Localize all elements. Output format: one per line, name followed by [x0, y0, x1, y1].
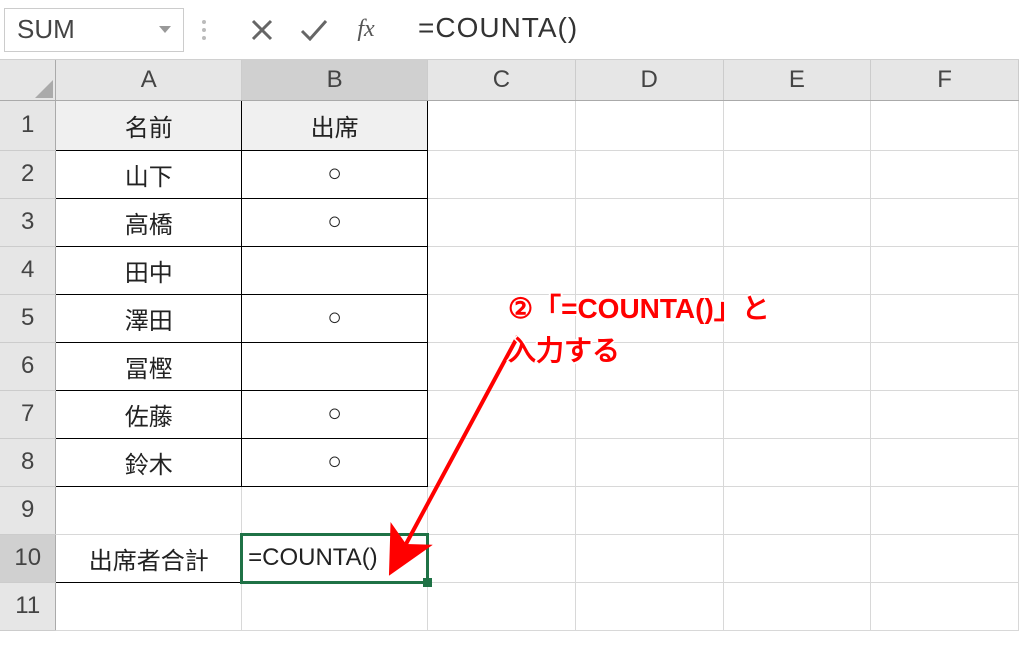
cell-E7[interactable] — [723, 390, 871, 438]
row-header-2[interactable]: 2 — [0, 150, 56, 198]
cell-D5[interactable] — [575, 294, 723, 342]
name-box-dropdown-icon[interactable] — [159, 26, 171, 33]
cell-C1[interactable] — [428, 100, 576, 150]
cell-E1[interactable] — [723, 100, 871, 150]
spreadsheet-grid: A B C D E F 1 名前 出席 2 山下 ○ 3 — [0, 60, 1019, 631]
cell-B5[interactable]: ○ — [242, 294, 428, 342]
cell-A11[interactable] — [56, 582, 242, 630]
cell-D9[interactable] — [575, 486, 723, 534]
col-header-B[interactable]: B — [242, 60, 428, 100]
enter-formula-icon[interactable] — [296, 12, 332, 48]
cell-A9[interactable] — [56, 486, 242, 534]
cell-A6[interactable]: 冨樫 — [56, 342, 242, 390]
cell-A1[interactable]: 名前 — [56, 100, 242, 150]
active-cell-value: =COUNTA() — [248, 544, 378, 571]
row-header-11[interactable]: 11 — [0, 582, 56, 630]
col-header-C[interactable]: C — [428, 60, 576, 100]
cell-B10[interactable]: =COUNTA() — [242, 534, 428, 582]
cell-A2[interactable]: 山下 — [56, 150, 242, 198]
cell-D1[interactable] — [575, 100, 723, 150]
cell-E9[interactable] — [723, 486, 871, 534]
formula-input[interactable]: =COUNTA() — [404, 8, 1015, 52]
cell-A10[interactable]: 出席者合計 — [56, 534, 242, 582]
cell-E6[interactable] — [723, 342, 871, 390]
cell-D11[interactable] — [575, 582, 723, 630]
cell-B6[interactable] — [242, 342, 428, 390]
select-all-corner[interactable] — [0, 60, 56, 100]
cell-F10[interactable] — [871, 534, 1019, 582]
col-header-F[interactable]: F — [871, 60, 1019, 100]
cell-A5[interactable]: 澤田 — [56, 294, 242, 342]
grid-table: A B C D E F 1 名前 出席 2 山下 ○ 3 — [0, 60, 1019, 631]
row-header-8[interactable]: 8 — [0, 438, 56, 486]
cell-B1[interactable]: 出席 — [242, 100, 428, 150]
cell-C5[interactable] — [428, 294, 576, 342]
cell-D7[interactable] — [575, 390, 723, 438]
cell-B2[interactable]: ○ — [242, 150, 428, 198]
cancel-formula-icon[interactable] — [244, 12, 280, 48]
name-box[interactable]: SUM — [4, 8, 184, 52]
cell-B9[interactable] — [242, 486, 428, 534]
row-header-6[interactable]: 6 — [0, 342, 56, 390]
cell-B11[interactable] — [242, 582, 428, 630]
cell-E4[interactable] — [723, 246, 871, 294]
formula-bar-buttons: fx — [224, 12, 404, 48]
cell-C10[interactable] — [428, 534, 576, 582]
formula-text: =COUNTA() — [418, 12, 578, 43]
cell-B8[interactable]: ○ — [242, 438, 428, 486]
row-header-7[interactable]: 7 — [0, 390, 56, 438]
name-box-value: SUM — [17, 14, 75, 45]
cell-E2[interactable] — [723, 150, 871, 198]
formula-bar-separator — [184, 8, 224, 52]
cell-F4[interactable] — [871, 246, 1019, 294]
cell-F6[interactable] — [871, 342, 1019, 390]
cell-E8[interactable] — [723, 438, 871, 486]
cell-C6[interactable] — [428, 342, 576, 390]
cell-D6[interactable] — [575, 342, 723, 390]
cell-F5[interactable] — [871, 294, 1019, 342]
cell-A7[interactable]: 佐藤 — [56, 390, 242, 438]
cell-D4[interactable] — [575, 246, 723, 294]
cell-C8[interactable] — [428, 438, 576, 486]
cell-A3[interactable]: 高橋 — [56, 198, 242, 246]
cell-C7[interactable] — [428, 390, 576, 438]
row-header-1[interactable]: 1 — [0, 100, 56, 150]
row-header-5[interactable]: 5 — [0, 294, 56, 342]
cell-D3[interactable] — [575, 198, 723, 246]
cell-C11[interactable] — [428, 582, 576, 630]
cell-C3[interactable] — [428, 198, 576, 246]
cell-F2[interactable] — [871, 150, 1019, 198]
cell-E5[interactable] — [723, 294, 871, 342]
insert-function-icon[interactable]: fx — [348, 12, 384, 48]
formula-bar: SUM fx =COUNTA() — [0, 0, 1019, 60]
cell-E11[interactable] — [723, 582, 871, 630]
cell-B3[interactable]: ○ — [242, 198, 428, 246]
cell-A8[interactable]: 鈴木 — [56, 438, 242, 486]
cell-C4[interactable] — [428, 246, 576, 294]
cell-F1[interactable] — [871, 100, 1019, 150]
cell-F9[interactable] — [871, 486, 1019, 534]
row-header-10[interactable]: 10 — [0, 534, 56, 582]
cell-D2[interactable] — [575, 150, 723, 198]
col-header-D[interactable]: D — [575, 60, 723, 100]
row-header-4[interactable]: 4 — [0, 246, 56, 294]
row-header-9[interactable]: 9 — [0, 486, 56, 534]
cell-A4[interactable]: 田中 — [56, 246, 242, 294]
cell-C9[interactable] — [428, 486, 576, 534]
col-header-A[interactable]: A — [56, 60, 242, 100]
cell-F8[interactable] — [871, 438, 1019, 486]
cell-D10[interactable] — [575, 534, 723, 582]
cell-D8[interactable] — [575, 438, 723, 486]
cell-E10[interactable] — [723, 534, 871, 582]
cell-E3[interactable] — [723, 198, 871, 246]
col-header-E[interactable]: E — [723, 60, 871, 100]
cell-F7[interactable] — [871, 390, 1019, 438]
cell-B7[interactable]: ○ — [242, 390, 428, 438]
cell-F3[interactable] — [871, 198, 1019, 246]
cell-B4[interactable] — [242, 246, 428, 294]
cell-F11[interactable] — [871, 582, 1019, 630]
cell-C2[interactable] — [428, 150, 576, 198]
row-header-3[interactable]: 3 — [0, 198, 56, 246]
